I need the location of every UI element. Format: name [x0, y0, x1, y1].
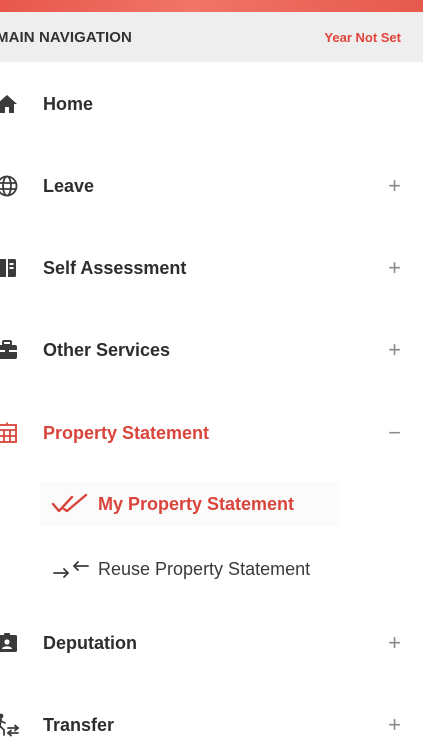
globe-icon: [0, 173, 20, 199]
nav-header: MAIN NAVIGATION Year Not Set: [0, 12, 423, 62]
expand-plus-icon[interactable]: +: [388, 339, 401, 361]
submenu-item-label: My Property Statement: [98, 493, 295, 514]
menu-item-label: Home: [43, 93, 94, 114]
year-status-link[interactable]: Year Not Set: [324, 30, 401, 45]
menu-item-deputation[interactable]: Deputation +: [0, 613, 423, 673]
briefcase-icon: [0, 337, 20, 363]
top-accent-bar: [0, 0, 423, 12]
id-card-icon: [0, 630, 20, 656]
building-icon: [0, 420, 20, 446]
menu-item-label: Self Assessment: [43, 257, 187, 278]
double-check-icon: [50, 492, 90, 516]
nav-title: MAIN NAVIGATION: [0, 28, 132, 46]
menu-item-other-services[interactable]: Other Services +: [0, 320, 423, 380]
expand-plus-icon[interactable]: +: [388, 257, 401, 279]
exchange-arrows-icon: [50, 557, 90, 581]
submenu-item-label: Reuse Property Statement: [98, 558, 311, 579]
menu-item-transfer[interactable]: Transfer +: [0, 695, 423, 755]
home-icon: [0, 91, 20, 117]
menu-item-self-assessment[interactable]: Self Assessment +: [0, 238, 423, 298]
menu-item-label: Transfer: [43, 714, 115, 735]
submenu-item-my-property-statement[interactable]: My Property Statement: [0, 482, 423, 526]
menu-item-label: Property Statement: [43, 422, 210, 443]
menu-item-label: Leave: [43, 175, 95, 196]
expand-plus-icon[interactable]: +: [388, 175, 401, 197]
person-transfer-icon: [0, 712, 20, 738]
menu-item-home[interactable]: Home: [0, 74, 423, 134]
menu-item-leave[interactable]: Leave +: [0, 156, 423, 216]
menu-item-property-statement[interactable]: Property Statement −: [0, 403, 423, 463]
menu-item-label: Other Services: [43, 339, 171, 360]
menu-item-label: Deputation: [43, 632, 137, 653]
expand-plus-icon[interactable]: +: [388, 714, 401, 736]
expand-plus-icon[interactable]: +: [388, 632, 401, 654]
collapse-minus-icon[interactable]: −: [388, 422, 401, 444]
book-icon: [0, 255, 20, 281]
submenu-item-reuse-property-statement[interactable]: Reuse Property Statement: [0, 547, 423, 591]
